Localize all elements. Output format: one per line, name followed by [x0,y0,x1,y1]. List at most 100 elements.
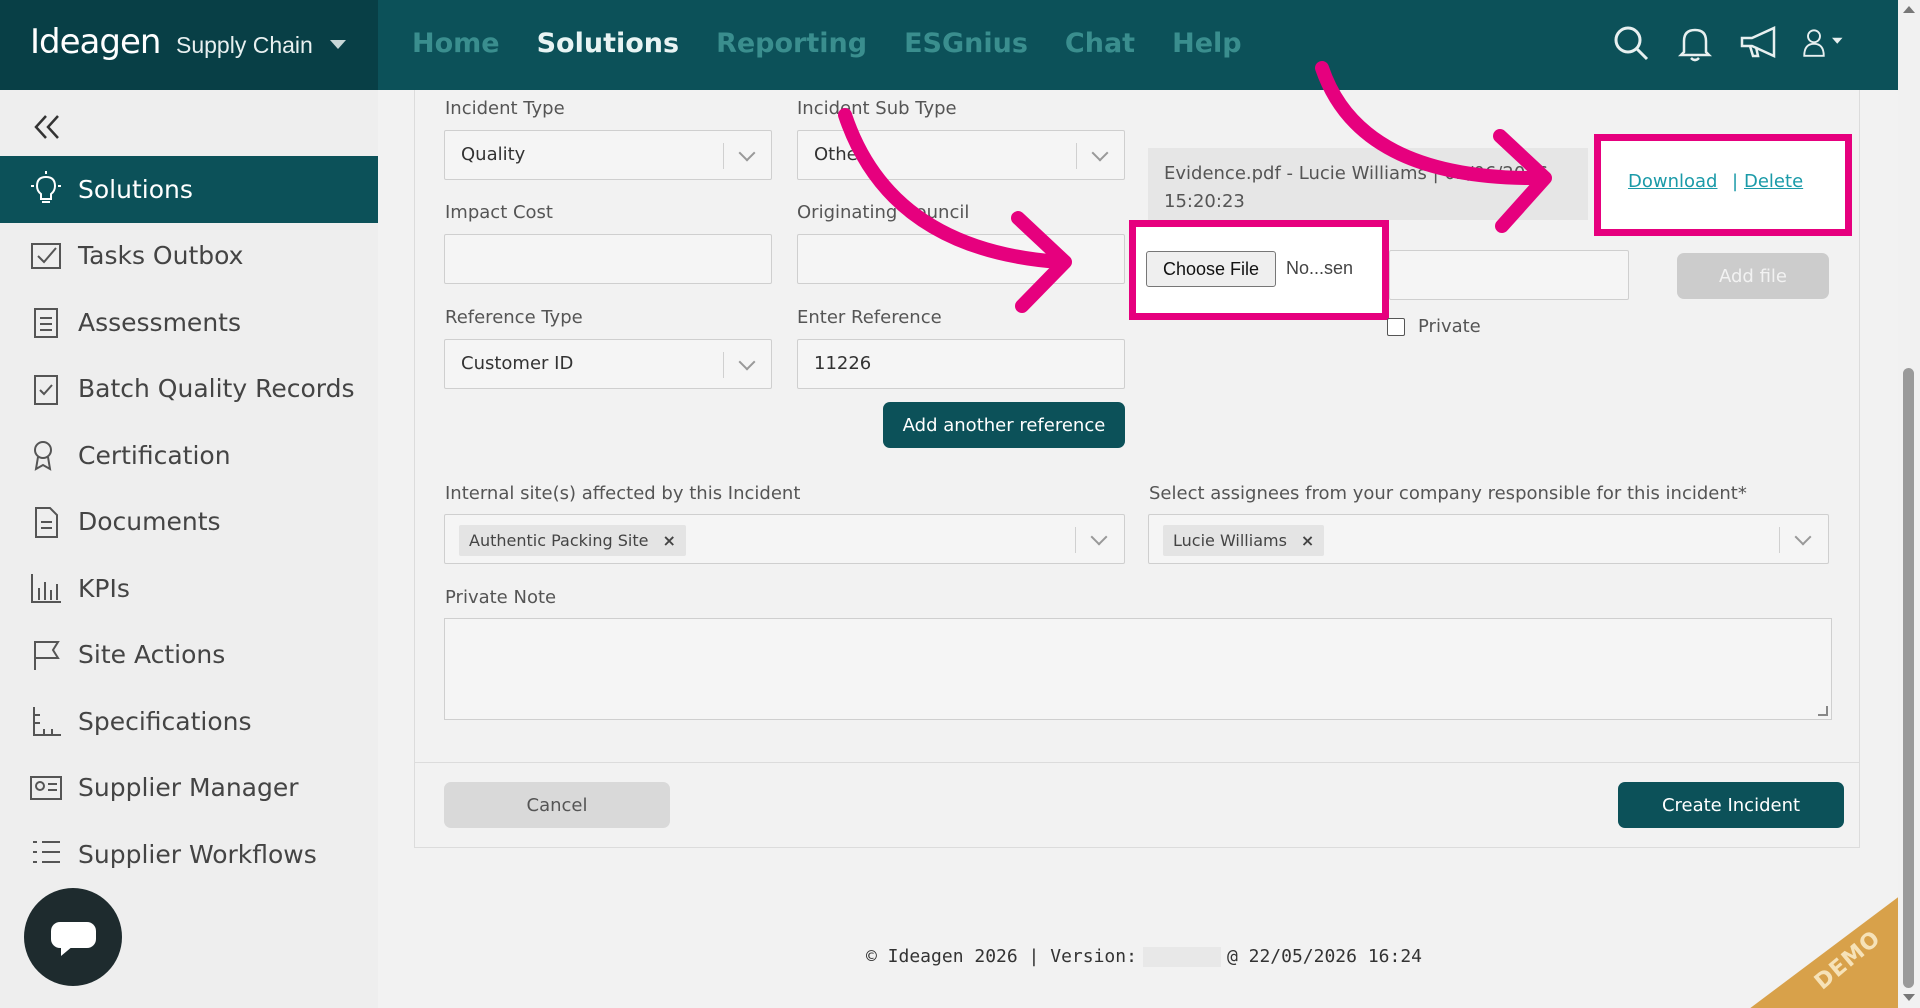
impact-cost-input[interactable] [444,234,772,284]
sidebar-item-label: Site Actions [78,640,226,670]
chat-icon [51,922,96,948]
search-icon[interactable] [1610,22,1652,64]
incident-type-label: Incident Type [445,98,565,119]
product-dropdown-caret-icon[interactable] [330,40,346,49]
bar-chart-icon [28,570,64,606]
attached-file-info: Evidence.pdf - Lucie Williams | 02/06/20… [1164,163,1549,184]
assignees-select[interactable]: Lucie Williams × [1148,514,1829,564]
sidebar-item-kpis[interactable]: KPIs [0,555,378,622]
chevron-down-icon [1091,144,1109,162]
attached-file-entry: Evidence.pdf - Lucie Williams | 02/06/20… [1148,148,1588,220]
clipboard-icon [28,304,64,340]
enter-reference-input[interactable]: 11226 [797,339,1125,389]
nav-solutions[interactable]: Solutions [537,28,679,59]
megaphone-icon[interactable] [1738,22,1780,64]
nav-home[interactable]: Home [412,28,500,59]
select-separator [723,352,724,378]
ideagen-logo: Ideagen [30,22,161,62]
incident-sub-type-value: Other [814,144,866,165]
certificate-icon [28,437,64,473]
site-tag-label: Authentic Packing Site [469,531,649,550]
download-link[interactable]: Download [1628,171,1717,192]
add-file-button[interactable]: Add file [1677,253,1829,299]
id-card-icon [28,770,64,806]
delete-link[interactable]: Delete [1744,171,1803,192]
sidebar-item-label: Batch Quality Records [78,374,355,404]
impact-cost-label: Impact Cost [445,202,553,223]
sidebar-item-label: Tasks Outbox [78,241,244,271]
incident-type-value: Quality [461,144,526,165]
redacted-version [1142,947,1221,967]
page-footer: © Ideagen 2026 | Version: @ 22/05/2026 16… [866,946,1422,967]
nav-chat[interactable]: Chat [1065,28,1135,59]
sidebar-item-supplier-manager[interactable]: Supplier Manager [0,755,378,822]
sidebar-item-label: Specifications [78,706,252,736]
site-tag: Authentic Packing Site × [459,525,686,556]
download-delete-panel: Download | Delete [1601,141,1831,222]
originating-council-input[interactable] [797,234,1125,284]
private-checkbox[interactable] [1387,318,1405,336]
footer-copyright: © Ideagen 2026 | Version: [866,946,1137,967]
collapse-sidebar-icon[interactable] [30,110,64,144]
sidebar-item-label: Supplier Workflows [78,839,317,869]
product-name: Supply Chain [176,32,313,58]
chevron-down-icon [1794,528,1812,546]
sidebar-item-label: Documents [78,507,221,537]
incident-sub-type-select[interactable]: Other [797,130,1125,180]
sidebar-item-specifications[interactable]: Specifications [0,688,378,755]
enter-reference-value: 11226 [814,353,872,374]
nav-help[interactable]: Help [1172,28,1242,59]
brand-area[interactable]: Ideagen Supply Chain [0,0,378,90]
resize-handle-icon[interactable] [1818,706,1828,716]
attached-file-time: 15:20:23 [1164,191,1245,212]
ruler-icon [28,703,64,739]
chevron-down-icon [738,353,756,371]
assignee-tag-label: Lucie Williams [1173,531,1287,550]
create-incident-button[interactable]: Create Incident [1618,782,1844,828]
form-footer-divider [414,762,1860,763]
vertical-scrollbar[interactable] [1898,0,1920,1008]
scroll-down-icon[interactable] [1903,994,1915,1001]
user-icon[interactable] [1802,22,1858,64]
remove-tag-icon[interactable]: × [1301,531,1314,550]
assignees-label: Select assignees from your company respo… [1149,483,1747,504]
sidebar-item-assessments[interactable]: Assessments [0,289,378,356]
sidebar-item-label: Certification [78,440,231,470]
select-separator [723,143,724,169]
sidebar-item-supplier-workflows[interactable]: Supplier Workflows [0,821,378,888]
file-description-input[interactable] [1389,250,1629,300]
lightbulb-icon [28,171,64,207]
bell-icon[interactable] [1674,22,1716,64]
sidebar-item-site-actions[interactable]: Site Actions [0,622,378,689]
nav-reporting[interactable]: Reporting [716,28,867,59]
internal-sites-select[interactable]: Authentic Packing Site × [444,514,1125,564]
top-icons [1610,22,1858,64]
choose-file-button[interactable]: Choose File [1146,251,1276,287]
remove-tag-icon[interactable]: × [662,531,675,550]
sidebar-item-solutions[interactable]: Solutions [0,156,378,223]
main-content: Incident Type Quality Incident Sub Type … [378,90,1898,1008]
reference-type-value: Customer ID [461,353,574,374]
reference-type-select[interactable]: Customer ID [444,339,772,389]
chat-icon-tail [61,946,73,956]
document-icon [28,504,64,540]
link-separator: | [1732,171,1739,192]
chevron-down-icon [1090,528,1108,546]
scroll-thumb[interactable] [1903,368,1914,988]
enter-reference-label: Enter Reference [797,307,942,328]
chat-widget-button[interactable] [24,888,122,986]
sidebar-item-label: KPIs [78,573,130,603]
nav-esgnius[interactable]: ESGnius [904,28,1028,59]
sidebar-item-batch-quality-records[interactable]: Batch Quality Records [0,356,378,423]
incident-sub-type-label: Incident Sub Type [797,98,957,119]
private-note-textarea[interactable] [444,618,1832,720]
incident-type-select[interactable]: Quality [444,130,772,180]
scroll-up-icon[interactable] [1903,6,1915,13]
reference-type-label: Reference Type [445,307,583,328]
sidebar-item-label: Solutions [78,174,193,204]
sidebar-item-certification[interactable]: Certification [0,422,378,489]
add-another-reference-button[interactable]: Add another reference [883,402,1125,448]
cancel-button[interactable]: Cancel [444,782,670,828]
sidebar-item-tasks-outbox[interactable]: Tasks Outbox [0,223,378,290]
sidebar-item-documents[interactable]: Documents [0,489,378,556]
